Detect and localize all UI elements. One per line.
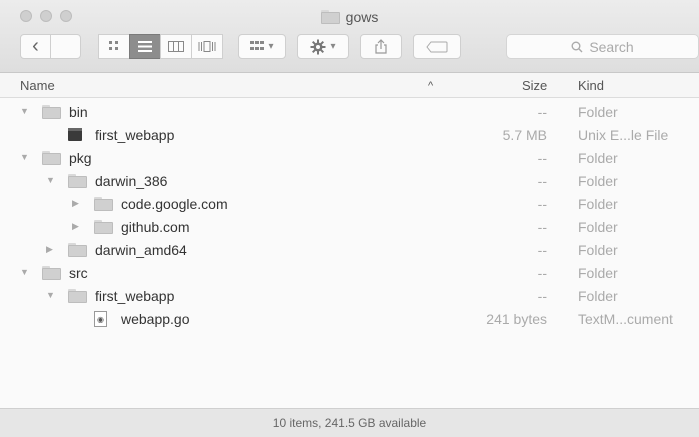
- list-item[interactable]: ▶ github.com -- Folder: [0, 216, 699, 239]
- size-column-header[interactable]: Size: [522, 78, 547, 93]
- folder-icon: [320, 10, 340, 24]
- cover-flow-button[interactable]: [191, 34, 223, 59]
- item-name: darwin_amd64: [95, 242, 187, 258]
- item-name: darwin_386: [95, 173, 168, 189]
- item-size: --: [537, 219, 547, 235]
- arrange-icon: [250, 41, 265, 50]
- disclosure-expanded-icon[interactable]: ▼: [20, 267, 29, 277]
- item-name: code.google.com: [121, 196, 228, 212]
- item-kind: Folder: [578, 242, 618, 258]
- item-size: --: [537, 104, 547, 120]
- list-item[interactable]: ▼ src -- Folder: [0, 262, 699, 285]
- item-size: --: [537, 288, 547, 304]
- column-view-icon: [168, 41, 184, 52]
- list-item[interactable]: first_webapp 5.7 MB Unix E...le File: [0, 124, 699, 147]
- list-item[interactable]: ▼ first_webapp -- Folder: [0, 285, 699, 308]
- item-size: --: [537, 242, 547, 258]
- item-size: 5.7 MB: [502, 127, 547, 143]
- item-kind: Folder: [578, 219, 618, 235]
- view-mode-group: [98, 34, 223, 59]
- folder-icon: [94, 220, 113, 234]
- search-placeholder: Search: [589, 38, 634, 55]
- sort-ascending-icon: ^: [428, 80, 434, 92]
- list-item[interactable]: ▼ bin -- Folder: [0, 101, 699, 124]
- item-size: 241 bytes: [486, 311, 547, 327]
- column-header: Name ^ Size Kind: [0, 73, 699, 98]
- forward-button[interactable]: [50, 34, 81, 59]
- back-icon: ‹: [32, 35, 39, 57]
- item-size: --: [537, 173, 547, 189]
- item-name: first_webapp: [95, 127, 175, 143]
- folder-icon: [94, 197, 113, 211]
- search-icon: [571, 41, 583, 52]
- disclosure-collapsed-icon[interactable]: ▶: [72, 221, 79, 232]
- share-icon: [375, 39, 387, 54]
- share-button[interactable]: [360, 34, 402, 59]
- folder-icon: [68, 174, 87, 188]
- disclosure-collapsed-icon[interactable]: ▶: [46, 244, 53, 255]
- item-kind: TextM...cument: [578, 311, 673, 327]
- folder-icon: [42, 151, 61, 165]
- icon-view-icon: [108, 41, 118, 50]
- list-view-icon: [138, 41, 152, 52]
- name-column-header[interactable]: Name: [20, 78, 55, 93]
- tag-icon: [426, 41, 448, 52]
- action-button[interactable]: ▾: [297, 34, 349, 59]
- icon-view-button[interactable]: [98, 34, 130, 59]
- item-size: --: [537, 196, 547, 212]
- item-kind: Folder: [578, 173, 618, 189]
- folder-icon: [42, 105, 61, 119]
- list-view-button[interactable]: [129, 34, 161, 59]
- item-size: --: [537, 265, 547, 281]
- file-list: ▼ bin -- Folder first_webapp 5.7 MB Unix E...l…: [0, 101, 699, 331]
- folder-icon: [42, 266, 61, 280]
- chevron-down-icon: ▾: [330, 41, 336, 52]
- item-kind: Folder: [578, 288, 618, 304]
- window-title-area: gows: [0, 9, 699, 25]
- item-kind: Folder: [578, 265, 618, 281]
- search-field[interactable]: Search: [506, 34, 699, 59]
- item-kind: Folder: [578, 104, 618, 120]
- executable-icon: [68, 128, 82, 141]
- item-name: pkg: [69, 150, 92, 166]
- item-name: first_webapp: [95, 288, 175, 304]
- chevron-down-icon: ▾: [268, 41, 274, 52]
- list-item[interactable]: ▼ pkg -- Folder: [0, 147, 699, 170]
- column-view-button[interactable]: [160, 34, 192, 59]
- item-size: --: [537, 150, 547, 166]
- folder-icon: [68, 289, 87, 303]
- item-name: bin: [69, 104, 88, 120]
- kind-column-header[interactable]: Kind: [578, 78, 604, 93]
- gear-icon: [310, 39, 326, 54]
- window-title: gows: [345, 9, 379, 25]
- document-icon: ◉: [94, 311, 107, 327]
- list-item[interactable]: ◉ webapp.go 241 bytes TextM...cument: [0, 308, 699, 331]
- disclosure-expanded-icon[interactable]: ▼: [20, 152, 29, 162]
- item-name: github.com: [121, 219, 190, 235]
- back-button[interactable]: ‹: [20, 34, 51, 59]
- item-name: webapp.go: [121, 311, 190, 327]
- cover-flow-icon: [198, 41, 216, 52]
- item-kind: Folder: [578, 150, 618, 166]
- list-item[interactable]: ▶ code.google.com -- Folder: [0, 193, 699, 216]
- list-item[interactable]: ▶ darwin_amd64 -- Folder: [0, 239, 699, 262]
- finder-window: gows ‹ ▾ ▾ Search Name ^ Size Kind ▼ bin…: [0, 0, 699, 437]
- disclosure-expanded-icon[interactable]: ▼: [46, 290, 55, 300]
- disclosure-expanded-icon[interactable]: ▼: [46, 175, 55, 185]
- folder-icon: [68, 243, 87, 257]
- item-kind: Unix E...le File: [578, 127, 669, 143]
- item-name: src: [69, 265, 88, 281]
- list-item[interactable]: ▼ darwin_386 -- Folder: [0, 170, 699, 193]
- status-bar: 10 items, 241.5 GB available: [0, 408, 699, 437]
- title-bar: gows ‹ ▾ ▾ Search: [0, 0, 699, 73]
- status-text: 10 items, 241.5 GB available: [272, 416, 427, 430]
- disclosure-collapsed-icon[interactable]: ▶: [72, 198, 79, 209]
- item-kind: Folder: [578, 196, 618, 212]
- tags-button[interactable]: [413, 34, 461, 59]
- disclosure-expanded-icon[interactable]: ▼: [20, 106, 29, 116]
- arrange-button[interactable]: ▾: [238, 34, 286, 59]
